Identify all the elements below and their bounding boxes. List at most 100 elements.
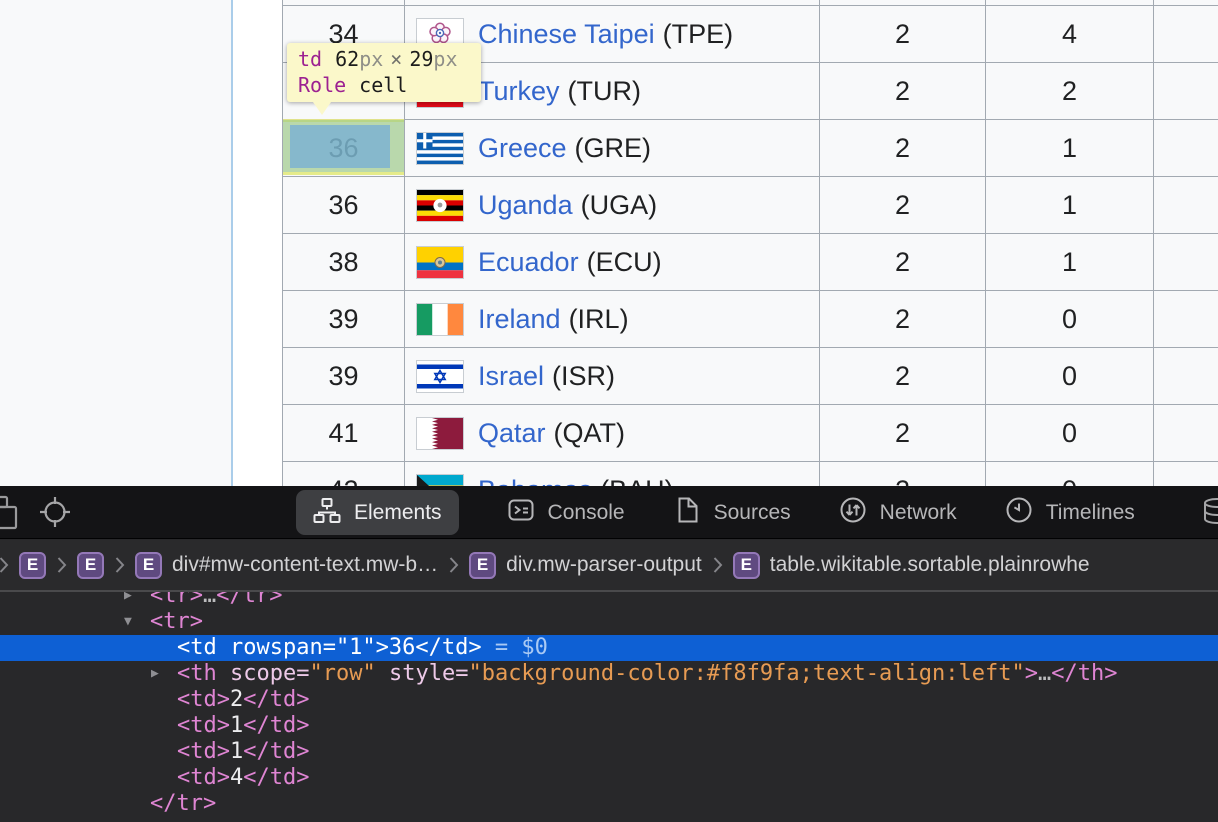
- gold-cell: 2: [820, 6, 986, 63]
- breadcrumb-chevron-icon: [56, 556, 67, 574]
- country-code: (BAH): [600, 475, 674, 487]
- country-cell: Bahamas (BAH): [405, 462, 820, 486]
- code-token: </tr>: [216, 592, 282, 608]
- breadcrumb-item[interactable]: E: [77, 552, 104, 579]
- breadcrumb-chevron-icon: [0, 556, 9, 574]
- country-link[interactable]: Qatar: [478, 418, 546, 449]
- dom-tree-line[interactable]: <td>2</td>: [0, 687, 1218, 713]
- country-link[interactable]: Chinese Taipei: [478, 19, 655, 50]
- disclosure-collapsed-icon[interactable]: ▶: [151, 661, 159, 687]
- table-row: 39 Ireland (IRL) 2 0: [282, 291, 1218, 348]
- dom-tree-line[interactable]: <td>1</td>: [0, 739, 1218, 765]
- gold-cell: 2: [820, 63, 986, 120]
- code-token: …: [203, 592, 216, 608]
- wikipedia-page-area: 34 Chinese Taipei (TPE) 2 4 35 Turkey (T…: [0, 0, 1218, 486]
- dom-tree-line[interactable]: <td>4</td>: [0, 765, 1218, 791]
- breadcrumb-item[interactable]: Etable.wikitable.sortable.plainrowhe: [733, 552, 1090, 579]
- silver-cell: 1: [986, 120, 1154, 177]
- breadcrumb-label: table.wikitable.sortable.plainrowhe: [770, 553, 1090, 577]
- sources-icon: [673, 496, 701, 530]
- dom-tree-line[interactable]: </tr>: [0, 791, 1218, 817]
- breadcrumb-item[interactable]: Ediv#mw-content-text.mw-b…: [135, 552, 438, 579]
- code-token: "row": [309, 661, 375, 686]
- dom-tree-line[interactable]: ▶ <tr>…</tr>: [0, 592, 1218, 609]
- breadcrumb-item[interactable]: Ediv.mw-parser-output: [469, 552, 702, 579]
- wikipedia-sidebar: [0, 0, 233, 486]
- dom-tree-line[interactable]: ▶<th scope="row" style="background-color…: [0, 661, 1218, 687]
- gold-cell: 2: [820, 177, 986, 234]
- code-token: = $0: [482, 635, 548, 660]
- code-token: …: [1038, 661, 1051, 686]
- gold-cell: 2: [820, 234, 986, 291]
- tab-timelines[interactable]: Timelines: [1005, 490, 1135, 535]
- dom-tree-line[interactable]: <td>1</td>: [0, 713, 1218, 739]
- code-token: </td>: [243, 713, 309, 738]
- tab-network[interactable]: Network: [839, 490, 957, 535]
- table-row: 42 Bahamas (BAH) 2 0: [282, 462, 1218, 486]
- rank-cell: 41: [282, 405, 405, 462]
- breadcrumb-chevron-icon: [712, 556, 723, 574]
- code-token: </tr>: [150, 791, 216, 816]
- rank-value: 39: [328, 304, 358, 335]
- disclosure-expanded-icon[interactable]: ▼: [124, 609, 132, 635]
- element-badge: E: [733, 552, 760, 579]
- country-link[interactable]: Greece: [478, 133, 567, 164]
- element-badge: E: [135, 552, 162, 579]
- country-link[interactable]: Ireland: [478, 304, 561, 335]
- tab-console[interactable]: Console: [507, 490, 625, 535]
- disclosure-collapsed-icon[interactable]: ▶: [124, 592, 132, 609]
- country-link[interactable]: Uganda: [478, 190, 573, 221]
- dock-side-icon[interactable]: [0, 494, 24, 539]
- silver-cell: 0: [986, 462, 1154, 486]
- country-cell: Ecuador (ECU): [405, 234, 820, 291]
- silver-cell: 4: [986, 6, 1154, 63]
- rank-value: 41: [328, 418, 358, 449]
- tab-elements[interactable]: Elements: [296, 490, 459, 535]
- element-picker-icon[interactable]: [38, 495, 72, 534]
- flag-bah-icon: [417, 475, 463, 487]
- inspector-tab-bar: Elements Console Sources Network Timelin…: [296, 490, 1135, 535]
- rank-cell: 39: [282, 348, 405, 405]
- code-token: <td>: [177, 687, 230, 712]
- country-link[interactable]: Ecuador: [478, 247, 579, 278]
- code-token: =: [455, 661, 468, 686]
- gold-cell: 2: [820, 291, 986, 348]
- bronze-cell: [1154, 63, 1218, 120]
- tab-sources[interactable]: Sources: [673, 490, 791, 535]
- dom-breadcrumb-bar: EEEdiv#mw-content-text.mw-b…Ediv.mw-pars…: [0, 540, 1218, 592]
- element-badge: E: [77, 552, 104, 579]
- country-link[interactable]: Bahamas: [478, 475, 592, 487]
- bronze-cell: [1154, 234, 1218, 291]
- code-token: <tr>: [150, 592, 203, 608]
- tooltip-role-label: Role: [298, 73, 346, 97]
- flag-isr-icon: [417, 361, 463, 392]
- breadcrumb-chevron-icon: [114, 556, 125, 574]
- flag-irl-icon: [417, 304, 463, 335]
- inspector-toolbar: Elements Console Sources Network Timelin…: [0, 486, 1218, 539]
- code-token: <td>: [177, 713, 230, 738]
- element-badge: E: [19, 552, 46, 579]
- bronze-cell: [1154, 6, 1218, 63]
- rank-value: 42: [328, 475, 358, 487]
- country-link[interactable]: Israel: [478, 361, 544, 392]
- dom-tree-view: ▶<tr>…</tr>▼<tr><td rowspan="1">36</td> …: [0, 592, 1218, 822]
- breadcrumb-label: div#mw-content-text.mw-b…: [172, 553, 438, 577]
- dom-tree-line-selected[interactable]: <td rowspan="1">36</td> = $0: [0, 635, 1218, 661]
- breadcrumb-item[interactable]: E: [19, 552, 46, 579]
- country-cell: Ireland (IRL): [405, 291, 820, 348]
- bronze-cell: [1154, 462, 1218, 486]
- code-token: <td>: [177, 739, 230, 764]
- gold-cell: 2: [820, 462, 986, 486]
- storage-tab-icon[interactable]: [1201, 497, 1218, 532]
- bronze-cell: [1154, 291, 1218, 348]
- country-code: (TPE): [663, 19, 734, 50]
- dom-tree-line[interactable]: ▼<tr>: [0, 609, 1218, 635]
- code-token: =: [296, 661, 309, 686]
- code-token: "background-color:#f8f9fa;text-align:lef…: [468, 661, 1024, 686]
- country-code: (QAT): [554, 418, 625, 449]
- rank-value: 38: [328, 247, 358, 278]
- country-link[interactable]: Turkey: [478, 76, 560, 107]
- web-inspector-panel: Elements Console Sources Network Timelin…: [0, 486, 1218, 822]
- country-code: (TUR): [568, 76, 641, 107]
- element-info-tooltip: td62px×29px Rolecell: [287, 43, 481, 102]
